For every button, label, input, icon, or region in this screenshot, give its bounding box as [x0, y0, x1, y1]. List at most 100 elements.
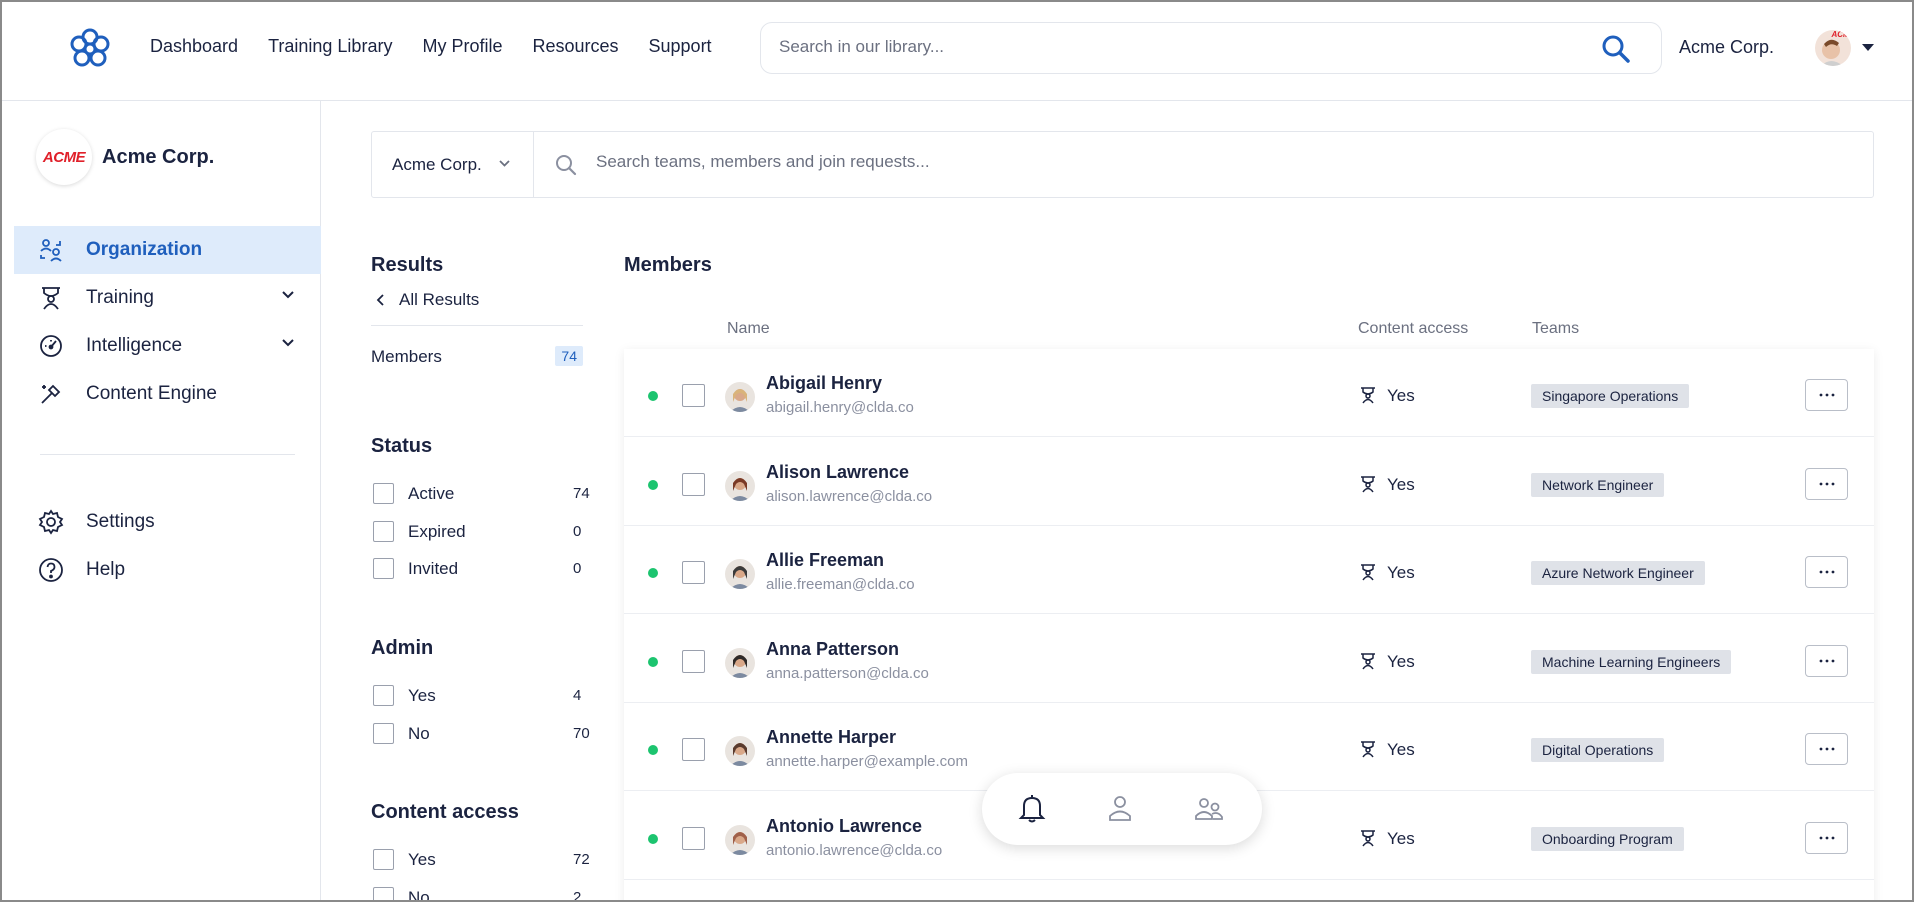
more-horizontal-icon [1819, 747, 1834, 751]
column-header-content-access[interactable]: Content access [1358, 320, 1468, 338]
row-more-button[interactable] [1805, 644, 1848, 677]
training-icon [1361, 741, 1375, 758]
member-content-access: Yes [1387, 563, 1415, 582]
checkbox[interactable] [373, 483, 394, 504]
team-badge[interactable]: Azure Network Engineer [1531, 561, 1705, 585]
sidebar-org-name: Acme Corp. [102, 145, 215, 168]
checkbox[interactable] [373, 887, 394, 902]
member-name[interactable]: Antonio Lawrence [766, 816, 922, 837]
help-icon [38, 557, 64, 583]
org-switcher[interactable]: Acme Corp. [1679, 37, 1774, 58]
checkbox[interactable] [373, 521, 394, 542]
admin-no-checkbox[interactable]: No 70 [373, 723, 593, 744]
status-active-indicator [648, 656, 658, 667]
status-heading: Status [371, 435, 433, 457]
member-name[interactable]: Anna Patterson [766, 639, 899, 660]
sidebar-item-intelligence[interactable]: Intelligence [14, 322, 321, 370]
chevron-left-icon [376, 294, 384, 306]
member-content-access: Yes [1387, 740, 1415, 759]
sidebar-item-settings[interactable]: Settings [14, 498, 321, 546]
content-access-yes-checkbox[interactable]: Yes 72 [373, 849, 593, 870]
nav-resources[interactable]: Resources [532, 36, 618, 57]
column-header-name[interactable]: Name [727, 320, 770, 338]
member-name[interactable]: Annette Harper [766, 727, 896, 748]
training-icon [1361, 652, 1375, 669]
more-horizontal-icon [1819, 482, 1834, 485]
filter-label: Expired [408, 521, 466, 541]
library-search-input[interactable] [779, 37, 1559, 57]
checkbox[interactable] [373, 685, 394, 706]
table-row[interactable]: Abigail Henry abigail.henry@clda.co Yes … [624, 349, 1874, 437]
team-badge[interactable]: Onboarding Program [1531, 826, 1684, 851]
nav-dashboard[interactable]: Dashboard [150, 36, 238, 57]
team-badge[interactable]: Network Engineer [1531, 472, 1665, 497]
members-search-input[interactable] [596, 152, 1796, 172]
member-avatar [725, 559, 755, 589]
row-checkbox[interactable] [682, 561, 705, 584]
member-content-access: Yes [1387, 828, 1415, 848]
admin-yes-checkbox[interactable]: Yes 4 [373, 685, 593, 706]
checkbox[interactable] [373, 723, 394, 744]
all-results-link[interactable]: All Results [376, 290, 479, 310]
training-icon [1361, 387, 1375, 404]
table-row[interactable]: Anna Patterson anna.patterson@clda.co Ye… [624, 615, 1874, 703]
user-icon[interactable] [1108, 793, 1132, 823]
row-more-button[interactable] [1805, 733, 1848, 765]
row-checkbox[interactable] [682, 384, 705, 407]
more-horizontal-icon [1819, 570, 1834, 574]
sidebar-item-organization[interactable]: Organization [14, 226, 321, 274]
sidebar-item-content-engine[interactable]: Content Engine [14, 370, 321, 418]
search-icon[interactable] [1601, 34, 1631, 64]
chevron-down-icon [499, 160, 510, 167]
chevron-down-icon[interactable] [281, 290, 295, 300]
member-name[interactable]: Abigail Henry [766, 373, 882, 394]
bell-icon[interactable] [1018, 793, 1046, 823]
user-avatar[interactable]: ACME [1815, 30, 1851, 66]
status-expired-checkbox[interactable]: Expired 0 [373, 521, 593, 542]
status-active-indicator [648, 391, 658, 401]
content-access-no-checkbox[interactable]: No 2 [373, 887, 593, 902]
users-group-icon[interactable] [1194, 793, 1224, 823]
row-checkbox[interactable] [682, 649, 705, 673]
members-heading: Members [624, 254, 712, 276]
row-checkbox[interactable] [682, 738, 705, 761]
member-name[interactable]: Allie Freeman [766, 550, 884, 571]
row-more-button[interactable] [1805, 556, 1848, 588]
member-avatar-picture [725, 470, 755, 501]
sidebar-item-training[interactable]: Training [14, 274, 321, 322]
app-logo-icon[interactable] [68, 27, 112, 71]
status-active-checkbox[interactable]: Active 74 [373, 483, 593, 504]
org-select-value: Acme Corp. [392, 154, 482, 174]
row-more-button[interactable] [1805, 467, 1848, 500]
table-row[interactable]: Annette Harper annette.harper@example.co… [624, 703, 1874, 791]
nav-my-profile[interactable]: My Profile [422, 36, 502, 57]
nav-support[interactable]: Support [649, 36, 712, 57]
user-menu-caret-icon[interactable] [1862, 44, 1874, 51]
team-badge[interactable]: Digital Operations [1531, 738, 1665, 762]
members-result[interactable]: Members 74 [371, 346, 583, 367]
checkbox[interactable] [373, 558, 394, 579]
row-checkbox[interactable] [682, 826, 705, 850]
table-row[interactable]: Alison Lawrence alison.lawrence@clda.co … [624, 438, 1874, 526]
filter-label: Yes [408, 849, 436, 869]
wand-icon [38, 381, 64, 407]
sidebar-item-label: Training [86, 287, 154, 308]
row-more-button[interactable] [1805, 821, 1848, 854]
team-badge[interactable]: Singapore Operations [1531, 384, 1690, 408]
sidebar-item-help[interactable]: Help [14, 546, 321, 594]
checkbox[interactable] [373, 849, 394, 870]
chevron-down-icon[interactable] [281, 338, 295, 348]
team-badge[interactable]: Machine Learning Engineers [1531, 649, 1732, 674]
search-icon [556, 155, 577, 176]
row-checkbox[interactable] [682, 472, 705, 496]
member-avatar [725, 470, 755, 501]
nav-training-library[interactable]: Training Library [268, 36, 392, 57]
sidebar-item-label: Help [86, 559, 126, 580]
column-header-teams[interactable]: Teams [1532, 320, 1579, 338]
org-select[interactable]: Acme Corp. [372, 132, 534, 197]
table-row[interactable]: Allie Freeman allie.freeman@clda.co Yes … [624, 526, 1874, 614]
member-email: alison.lawrence@clda.co [766, 487, 933, 505]
member-name[interactable]: Alison Lawrence [766, 462, 909, 483]
status-invited-checkbox[interactable]: Invited 0 [373, 558, 593, 579]
row-more-button[interactable] [1805, 379, 1848, 411]
